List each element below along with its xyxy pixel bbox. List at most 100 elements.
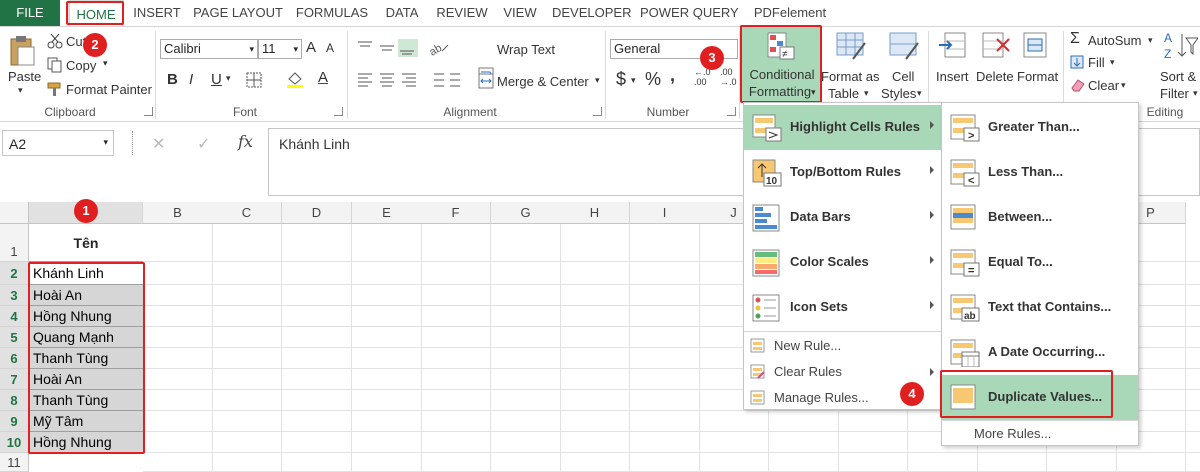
name-box[interactable]: A2 ▾ [2,130,114,156]
percent-button[interactable]: % [645,69,661,90]
row-header-8[interactable]: 8 [0,390,29,411]
insert-button[interactable]: Insert [936,69,969,84]
font-size-value: 11 [262,41,276,56]
italic-button[interactable]: I [189,71,193,88]
number-launcher-icon[interactable] [727,107,736,116]
format-as-table-dropdown-icon[interactable]: ▾ [864,88,869,99]
more-rules-item[interactable]: More Rules... [942,421,1138,447]
paste-dropdown-icon[interactable]: ▾ [18,85,23,96]
menu-item-a-date-occurring[interactable]: A Date Occurring... [942,330,1138,375]
tab-review[interactable]: REVIEW [434,0,490,26]
column-header-g[interactable]: G [491,202,561,224]
font-launcher-icon[interactable] [334,107,343,116]
enter-icon[interactable]: ✓ [197,134,210,154]
column-header-b[interactable]: B [143,202,213,224]
increase-decimal-button[interactable]: ←.0.00 [694,67,711,87]
grow-font-button[interactable]: A [306,39,316,56]
cell-styles-button[interactable]: Cell [892,69,914,84]
comma-button[interactable]: , [670,65,675,86]
tab-power-query[interactable]: POWER QUERY [640,0,739,26]
tab-pdfelement[interactable]: PDFelement [748,0,832,26]
bold-button[interactable]: B [167,71,178,88]
column-header-i[interactable]: I [630,202,700,224]
tab-developer[interactable]: DEVELOPER [552,0,631,26]
indent-icons[interactable] [428,71,468,89]
font-size-field[interactable]: 11 ▾ [258,39,302,59]
paste-icon[interactable] [8,35,36,67]
menu-item-less-than[interactable]: < Less Than... [942,150,1138,195]
row-header-1[interactable]: 1 [0,224,29,262]
font-name-field[interactable]: Calibri ▾ [160,39,258,59]
shrink-font-button[interactable]: A [326,41,334,55]
header-cell-ten[interactable]: Tên [29,224,143,262]
column-header-f[interactable]: F [421,202,491,224]
decrease-decimal-button[interactable]: .00 →.0 [720,67,737,87]
column-header-h[interactable]: H [560,202,630,224]
copy-button[interactable]: Copy [66,58,96,73]
menu-item-highlight-cells-rules[interactable]: Highlight Cells Rules [744,105,942,150]
tab-view[interactable]: VIEW [500,0,540,26]
cell-styles-dropdown-icon[interactable]: ▾ [917,88,922,99]
paste-button[interactable]: Paste [8,69,41,84]
borders-icon[interactable] [246,72,262,88]
fill-button[interactable]: Fill [1088,55,1105,70]
copy-dropdown-icon[interactable]: ▾ [103,58,108,69]
menu-item-top-bottom-rules[interactable]: 10 Top/Bottom Rules [744,150,942,195]
orientation-icon[interactable]: ab [427,39,450,59]
merge-dropdown-icon[interactable]: ▾ [595,75,600,86]
row-header-9[interactable]: 9 [0,411,29,432]
row-header-11[interactable]: 11 [0,453,29,472]
format-as-table-button[interactable]: Format as [821,69,880,84]
autosum-dropdown-icon[interactable]: ▾ [1148,35,1153,46]
menu-item-color-scales[interactable]: Color Scales [744,240,942,285]
menu-item-icon-sets[interactable]: Icon Sets [744,285,942,330]
column-header-e[interactable]: E [352,202,422,224]
clipboard-launcher-icon[interactable] [144,107,153,116]
format-button[interactable]: Format [1017,69,1058,84]
tab-insert[interactable]: INSERT [130,0,184,26]
currency-button[interactable]: $ [616,69,626,90]
row-header-2[interactable]: 2 [0,262,29,285]
row-header-3[interactable]: 3 [0,285,29,306]
horizontal-align-icons[interactable] [356,71,422,89]
tab-formulas[interactable]: FORMULAS [292,0,372,26]
sort-filter-button[interactable]: Sort & [1160,69,1196,84]
vertical-align-icons[interactable] [356,39,422,57]
data-range-highlight [28,262,145,454]
format-painter-button[interactable]: Format Painter [66,82,152,97]
alignment-launcher-icon[interactable] [593,107,602,116]
menu-item-greater-than[interactable]: > Greater Than... [942,105,1138,150]
wrap-text-button[interactable]: Wrap Text [497,42,555,57]
insert-function-icon[interactable]: fx [238,132,253,151]
tab-data[interactable]: DATA [380,0,424,26]
row-header-4[interactable]: 4 [0,306,29,327]
underline-button[interactable]: U [211,71,222,88]
menu-item-new-rule[interactable]: New Rule... [744,333,942,359]
underline-dropdown-icon[interactable]: ▾ [226,73,231,84]
menu-item-text-that-contains[interactable]: ab Text that Contains... [942,285,1138,330]
tab-page-layout[interactable]: PAGE LAYOUT [190,0,286,26]
merge-center-button[interactable]: Merge & Center [497,74,589,89]
menu-item-between[interactable]: Between... [942,195,1138,240]
clear-button[interactable]: Clear [1088,78,1119,93]
sort-filter-dropdown-icon[interactable]: ▾ [1193,88,1198,99]
currency-dropdown-icon[interactable]: ▾ [631,75,636,86]
fill-color-icon[interactable] [286,71,304,89]
column-header-d[interactable]: D [282,202,352,224]
menu-item-data-bars[interactable]: Data Bars [744,195,942,240]
font-color-button[interactable]: A [318,69,328,86]
row-header-10[interactable]: 10 [0,432,29,453]
tab-file[interactable]: FILE [0,0,60,26]
row-header-5[interactable]: 5 [0,327,29,348]
autosum-button[interactable]: AutoSum [1088,33,1141,48]
cancel-icon[interactable]: ✕ [152,134,165,154]
submenu-arrow-icon [930,166,934,174]
clear-dropdown-icon[interactable]: ▾ [1121,80,1126,91]
delete-button[interactable]: Delete [976,69,1014,84]
row-header-6[interactable]: 6 [0,348,29,369]
row-header-7[interactable]: 7 [0,369,29,390]
menu-item-equal-to[interactable]: = Equal To... [942,240,1138,285]
select-all-corner[interactable] [0,202,29,224]
fill-dropdown-icon[interactable]: ▾ [1110,57,1115,68]
column-header-c[interactable]: C [212,202,282,224]
